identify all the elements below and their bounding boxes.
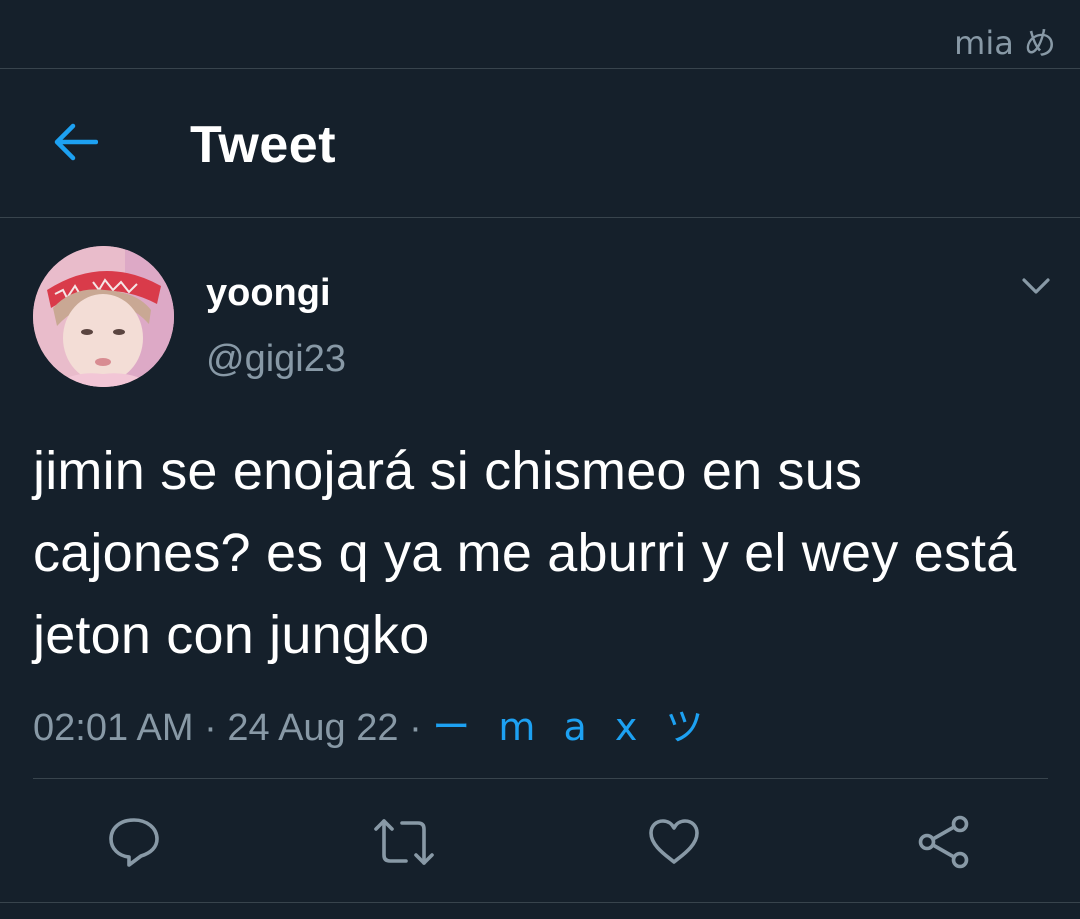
tweet-meta: 02:01 AM · 24 Aug 22 · ー m a x ツ bbox=[33, 696, 711, 751]
author-name[interactable]: yoongi bbox=[206, 272, 331, 315]
author-handle[interactable]: @gigi23 bbox=[206, 338, 346, 381]
arrow-left-icon bbox=[54, 123, 98, 161]
tweet-source-link[interactable]: ー m a x ツ bbox=[432, 705, 711, 749]
page-title: Tweet bbox=[190, 116, 337, 174]
comment-icon bbox=[109, 818, 159, 867]
back-button[interactable] bbox=[40, 107, 110, 177]
tweet-time: 02:01 AM bbox=[33, 707, 194, 749]
avatar-image bbox=[33, 246, 174, 387]
chevron-down-icon bbox=[1022, 278, 1050, 294]
more-options-button[interactable] bbox=[1016, 268, 1056, 304]
avatar[interactable] bbox=[33, 246, 174, 387]
meta-separator: · bbox=[193, 707, 228, 749]
status-bar: mia め bbox=[0, 0, 1080, 69]
tweet-text: jimin se enojará si chismeo en sus cajon… bbox=[33, 441, 1017, 665]
meta-separator: · bbox=[398, 707, 433, 749]
retweet-icon bbox=[374, 819, 434, 865]
header: Tweet bbox=[0, 69, 1080, 218]
tweet-date: 24 Aug 22 bbox=[227, 707, 399, 749]
retweet-button[interactable] bbox=[372, 810, 436, 874]
divider bbox=[33, 778, 1048, 779]
reply-button[interactable] bbox=[102, 810, 166, 874]
bottom-divider bbox=[0, 902, 1080, 903]
share-button[interactable] bbox=[912, 810, 976, 874]
status-text: mia め bbox=[954, 24, 1056, 62]
like-button[interactable] bbox=[642, 810, 706, 874]
heart-icon bbox=[649, 819, 699, 864]
share-icon bbox=[918, 815, 969, 869]
